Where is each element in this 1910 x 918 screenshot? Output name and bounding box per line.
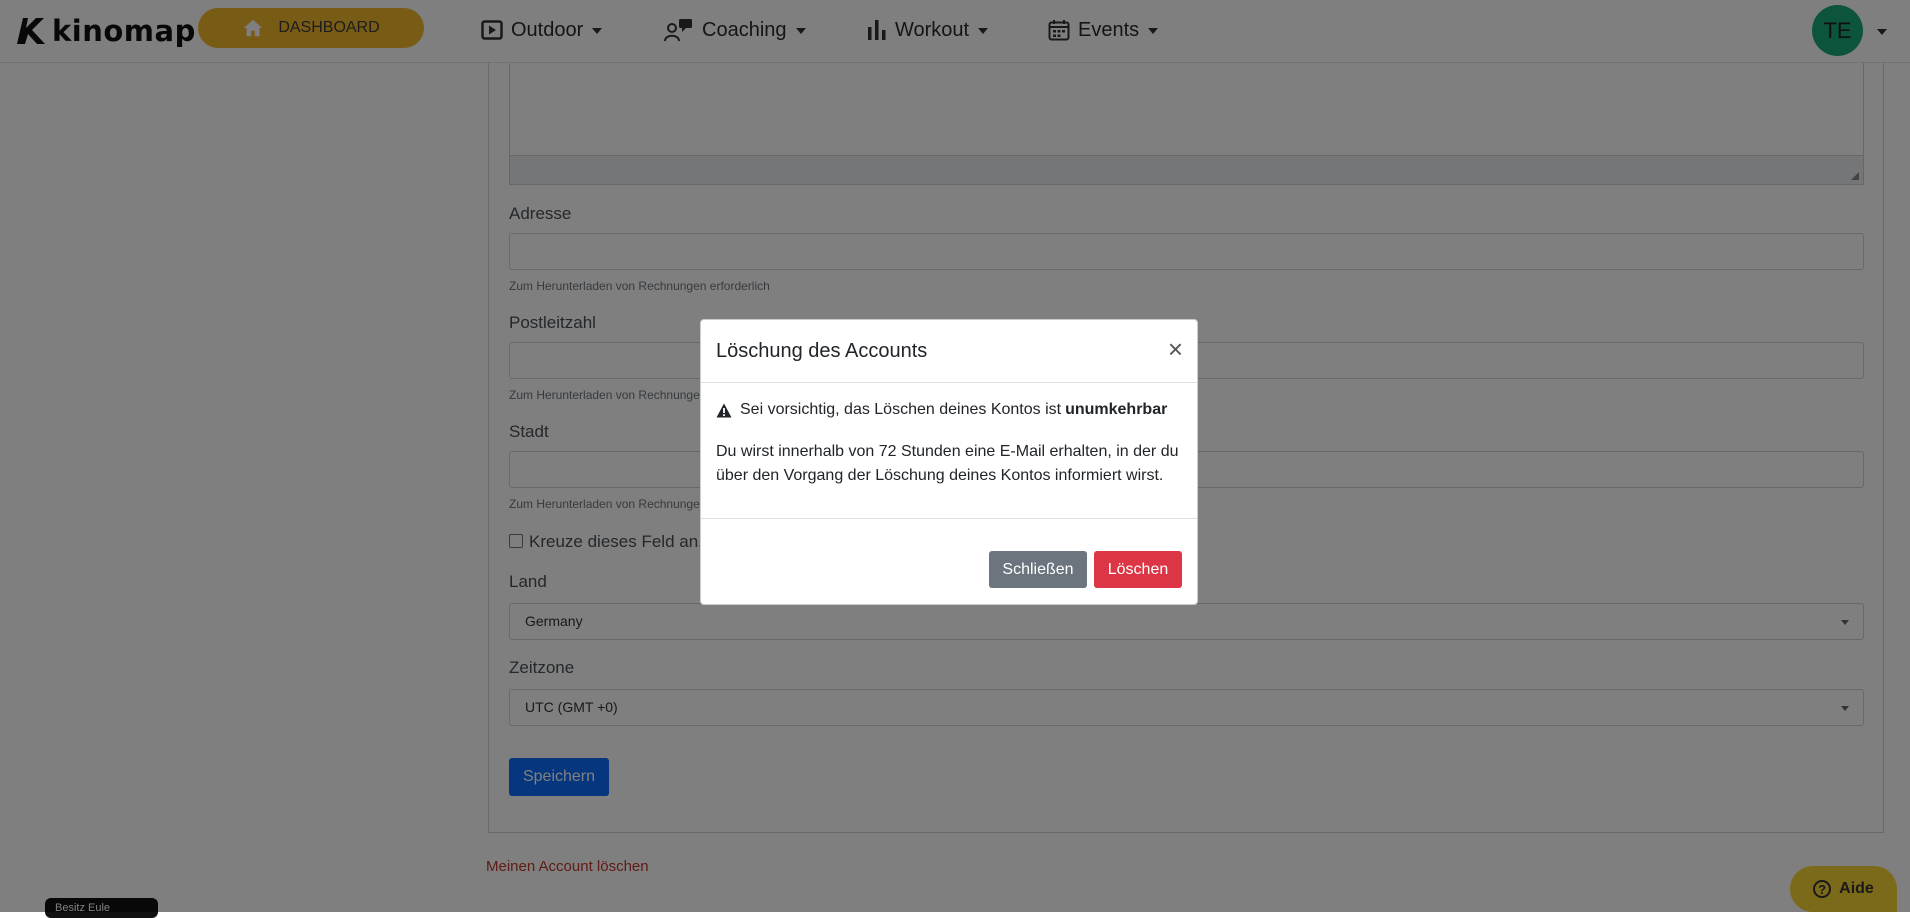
close-button[interactable]: Schließen xyxy=(989,551,1087,588)
warning-strong-text: unumkehrbar xyxy=(1065,401,1168,418)
close-icon[interactable]: × xyxy=(1168,334,1183,364)
modal-body-text: Du wirst innerhalb von 72 Stunden eine E… xyxy=(716,443,1179,484)
modal-header: Löschung des Accounts × xyxy=(701,320,1197,383)
warning-text: Sei vorsichtig, das Löschen deines Konto… xyxy=(740,401,1062,418)
warning-triangle-icon xyxy=(716,403,732,417)
delete-account-modal: Löschung des Accounts × Sei vorsichtig, … xyxy=(700,319,1198,605)
confirm-delete-button[interactable]: Löschen xyxy=(1094,551,1182,588)
modal-title: Löschung des Accounts xyxy=(716,340,928,362)
warning-message: Sei vorsichtig, das Löschen deines Konto… xyxy=(716,401,1167,419)
modal-footer: Schließen Löschen xyxy=(701,518,1197,606)
